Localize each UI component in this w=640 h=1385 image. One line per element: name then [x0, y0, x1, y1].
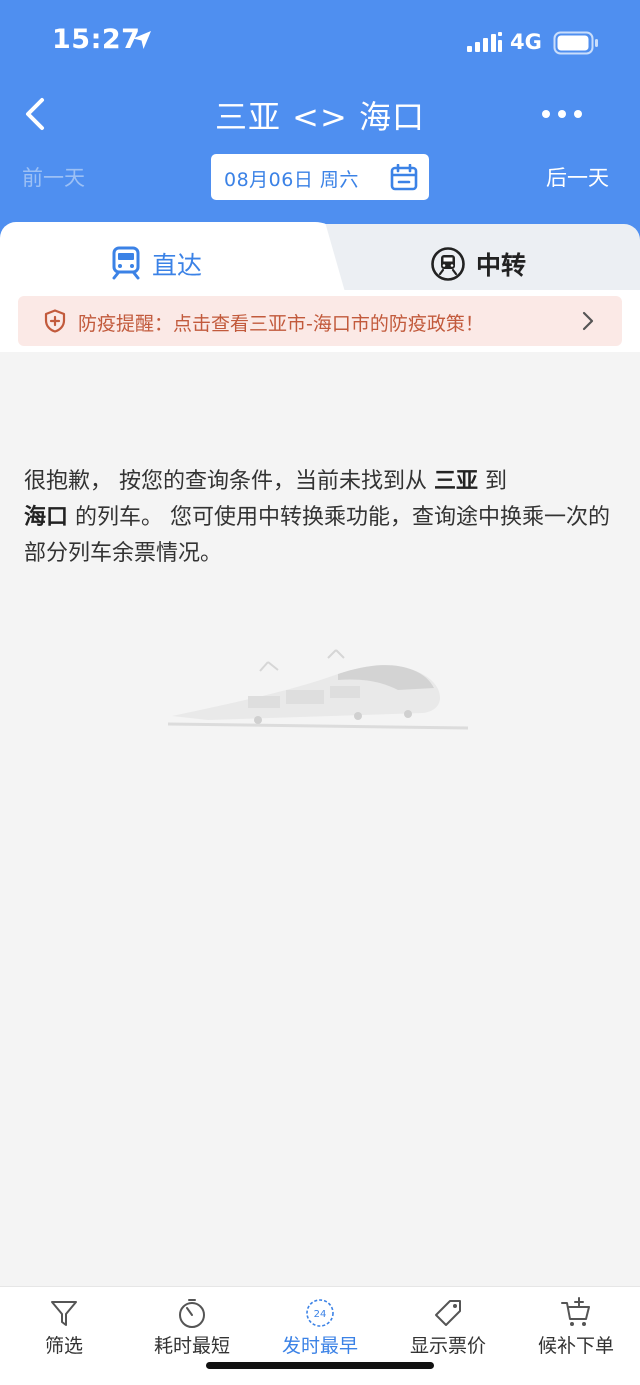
- prev-day-button[interactable]: 前一天: [22, 162, 85, 192]
- shortest-duration-label: 耗时最短: [153, 1335, 230, 1357]
- price-tag-icon: [435, 1300, 461, 1326]
- date-label: 08月06日 周六: [224, 169, 359, 191]
- stopwatch-icon: [179, 1299, 205, 1328]
- epidemic-notice-banner[interactable]: 防疫提醒：点击查看三亚市-海口市的防疫政策！: [18, 296, 622, 346]
- message-part-3: 的列车。 您可使用中转换乘功能，查询途中换乘一次的部分列车余票情况。: [24, 505, 611, 566]
- tab-bar: 直达 中转: [0, 222, 640, 292]
- signal-icon: [467, 32, 502, 52]
- tab-direct-label: 直达: [152, 251, 203, 280]
- status-time: 15:27: [52, 24, 141, 55]
- location-arrow-icon: [133, 31, 151, 49]
- calendar-icon: [390, 164, 418, 191]
- notice-text: 防疫提醒：点击查看三亚市-海口市的防疫政策！: [78, 313, 484, 335]
- date-picker[interactable]: 08月06日 周六: [211, 154, 429, 200]
- date-row: 前一天 08月06日 周六 后一天: [0, 152, 640, 202]
- filter-icon: [51, 1301, 77, 1326]
- message-part-2: 到: [478, 469, 508, 494]
- cart-plus-icon: [561, 1297, 590, 1326]
- nav-bar: 三亚 <> 海口: [0, 86, 640, 146]
- filter-label: 筛选: [44, 1335, 83, 1357]
- tab-transfer-background: [300, 224, 640, 292]
- battery-icon: [553, 31, 598, 55]
- tab-transfer-label: 中转: [476, 251, 527, 280]
- network-label: 4G: [510, 30, 542, 54]
- clock-24-text: 24: [314, 1309, 327, 1320]
- clock-24-icon: 24: [306, 1299, 334, 1327]
- status-bar: 15:27 4G: [0, 0, 640, 86]
- transfer-train-icon: [431, 247, 465, 281]
- filter-button[interactable]: 筛选: [0, 1297, 128, 1367]
- chevron-right-icon: [582, 311, 594, 331]
- earliest-departure-button[interactable]: 24 发时最早: [256, 1297, 384, 1367]
- header: 15:27 4G 三亚 <> 海口 前一天 08月06日 周六 后一天: [0, 0, 640, 250]
- show-price-button[interactable]: 显示票价: [384, 1297, 512, 1367]
- home-indicator: [206, 1362, 434, 1369]
- bottom-toolbar: 筛选 耗时最短 24 发时最早 显示票价 候补下单: [0, 1286, 640, 1385]
- earliest-departure-label: 发时最早: [281, 1335, 358, 1357]
- show-price-label: 显示票价: [409, 1335, 486, 1357]
- shield-plus-icon: [44, 309, 66, 333]
- waitlist-order-button[interactable]: 候补下单: [512, 1297, 640, 1367]
- next-day-button[interactable]: 后一天: [546, 162, 609, 192]
- train-icon: [112, 246, 140, 280]
- train-illustration: [168, 649, 469, 730]
- shortest-duration-button[interactable]: 耗时最短: [128, 1297, 256, 1367]
- message-part-1: 很抱歉， 按您的查询条件，当前未找到从: [24, 469, 434, 494]
- more-options-icon[interactable]: [538, 98, 586, 130]
- message-from-station: 三亚: [434, 469, 479, 494]
- no-result-message: 很抱歉， 按您的查询条件，当前未找到从 三亚 到海口 的列车。 您可使用中转换乘…: [24, 464, 620, 572]
- waitlist-order-label: 候补下单: [537, 1335, 614, 1357]
- message-to-station: 海口: [24, 505, 69, 530]
